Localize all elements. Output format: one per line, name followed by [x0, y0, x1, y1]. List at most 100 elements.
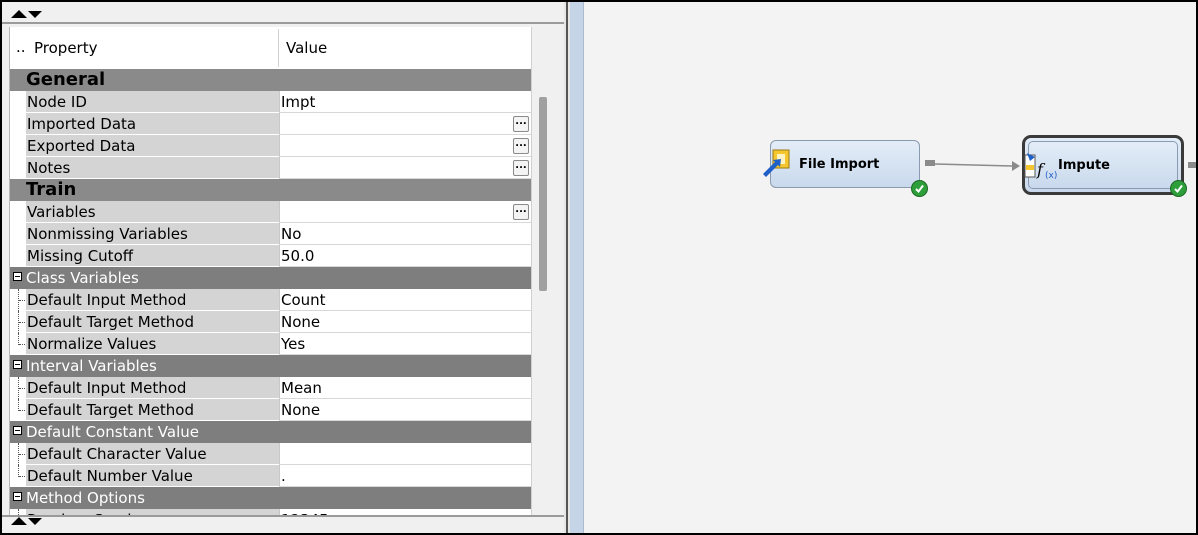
property-row[interactable]: Missing Cutoff 50.0 [10, 245, 532, 267]
node-impute[interactable]: f (x) Impute [1022, 135, 1187, 197]
collapse-expand-arrows-icon[interactable] [10, 515, 44, 527]
property-value[interactable] [279, 443, 532, 465]
property-row[interactable]: Default Character Value [10, 443, 532, 465]
collapse-icon[interactable] [13, 272, 22, 281]
property-name: Imported Data [26, 113, 279, 135]
group-label: Default Constant Value [26, 423, 199, 441]
property-group[interactable]: Interval Variables [10, 355, 532, 377]
output-port [925, 160, 935, 166]
property-name: Nonmissing Variables [26, 223, 279, 245]
row-indent [10, 157, 26, 179]
property-group[interactable]: Class Variables [10, 267, 532, 289]
property-row[interactable]: Default Number Value. [10, 465, 532, 487]
vertical-scrollbar[interactable] [531, 27, 554, 516]
property-value[interactable]: None [279, 311, 532, 333]
property-group[interactable]: Method Options [10, 487, 532, 509]
collapse-icon[interactable] [13, 426, 22, 435]
property-value[interactable]: ... [279, 157, 532, 179]
property-column-header[interactable]: Property [34, 39, 97, 57]
property-value[interactable]: No [279, 223, 532, 245]
section-label: General [26, 69, 106, 90]
scrollbar-thumb[interactable] [539, 97, 547, 291]
property-value[interactable]: ... [279, 113, 532, 135]
property-name: Default Input Method [26, 289, 279, 311]
property-row[interactable]: Nonmissing Variables No [10, 223, 532, 245]
property-name: Default Number Value [26, 465, 279, 487]
property-value[interactable]: Count [279, 289, 532, 311]
ellipsis-button[interactable]: ... [513, 160, 529, 176]
property-name: Default Target Method [26, 311, 279, 333]
property-row[interactable]: Node ID Impt [10, 91, 532, 113]
status-check-icon [911, 180, 928, 197]
property-value[interactable]: . [279, 465, 532, 487]
property-name: Default Character Value [26, 443, 279, 465]
node-label: File Import [799, 157, 880, 172]
panel-top-grip [2, 22, 564, 24]
property-row[interactable]: Notes... [10, 157, 532, 179]
impute-icon: f (x) [1024, 153, 1057, 181]
property-name: Default Input Method [26, 377, 279, 399]
property-row[interactable]: Variables... [10, 201, 532, 223]
tree-connector [18, 465, 26, 477]
collapse-expand-arrows-icon[interactable] [10, 8, 44, 20]
property-row[interactable]: Default Input Method Count [10, 289, 532, 311]
property-value-text: None [281, 401, 321, 419]
collapse-icon[interactable] [13, 360, 22, 369]
property-value-text: No [281, 225, 302, 243]
property-row[interactable]: Default Target Method None [10, 399, 532, 421]
tree-connector [18, 311, 26, 333]
ellipsis-button[interactable]: ... [513, 204, 529, 220]
property-value[interactable]: ... [279, 135, 532, 157]
status-check-icon [1170, 180, 1187, 197]
node-file-import[interactable]: File Import [763, 140, 928, 197]
property-value[interactable]: Impt [279, 91, 532, 113]
property-value-text: Yes [281, 335, 306, 353]
header-leading-dots[interactable]: .. [16, 38, 26, 56]
property-value[interactable]: 50.0 [279, 245, 532, 267]
tree-connector [18, 377, 26, 399]
property-value-text: None [281, 313, 321, 331]
property-group[interactable]: Default Constant Value [10, 421, 532, 443]
section-header: Train [10, 179, 532, 201]
output-port [1188, 162, 1196, 168]
property-value[interactable]: ... [279, 201, 532, 223]
svg-text:(x): (x) [1045, 171, 1057, 181]
property-value[interactable]: Mean [279, 377, 532, 399]
diagram-workspace[interactable]: File Import f (x) Impute [584, 2, 1196, 533]
property-row[interactable]: Exported Data... [10, 135, 532, 157]
property-value-text: Mean [281, 379, 322, 397]
property-row[interactable]: Imported Data... [10, 113, 532, 135]
property-name: Notes [26, 157, 279, 179]
ellipsis-button[interactable]: ... [513, 138, 529, 154]
property-value[interactable]: None [279, 399, 532, 421]
tree-connector [18, 399, 26, 411]
group-label: Class Variables [26, 269, 139, 287]
row-indent [10, 333, 26, 355]
property-row[interactable]: Default Target Method None [10, 311, 532, 333]
tree-connector [18, 443, 26, 465]
ellipsis-button[interactable]: ... [513, 116, 529, 132]
file-import-icon [763, 149, 790, 177]
row-indent [10, 465, 26, 487]
property-value-text: Count [281, 291, 326, 309]
property-name: Exported Data [26, 135, 279, 157]
column-separator[interactable] [278, 29, 279, 67]
property-value[interactable]: Yes [279, 333, 532, 355]
row-indent [10, 91, 26, 113]
panel-bottom-grip [2, 515, 564, 517]
tree-connector [18, 289, 26, 311]
grid-header: .. Property Value [10, 27, 532, 70]
connection-arrow[interactable] [934, 163, 1013, 167]
property-value-text: 50.0 [281, 247, 315, 265]
collapse-icon[interactable] [13, 492, 22, 501]
row-indent [10, 377, 26, 399]
row-indent [10, 135, 26, 157]
node-label: Impute [1058, 158, 1110, 173]
connection-layer [925, 160, 1196, 171]
panel-top-bar [2, 2, 564, 23]
tree-connector [18, 333, 26, 345]
property-name: Node ID [26, 91, 279, 113]
property-row[interactable]: Normalize Values Yes [10, 333, 532, 355]
property-row[interactable]: Default Input Method Mean [10, 377, 532, 399]
value-column-header[interactable]: Value [286, 39, 327, 57]
